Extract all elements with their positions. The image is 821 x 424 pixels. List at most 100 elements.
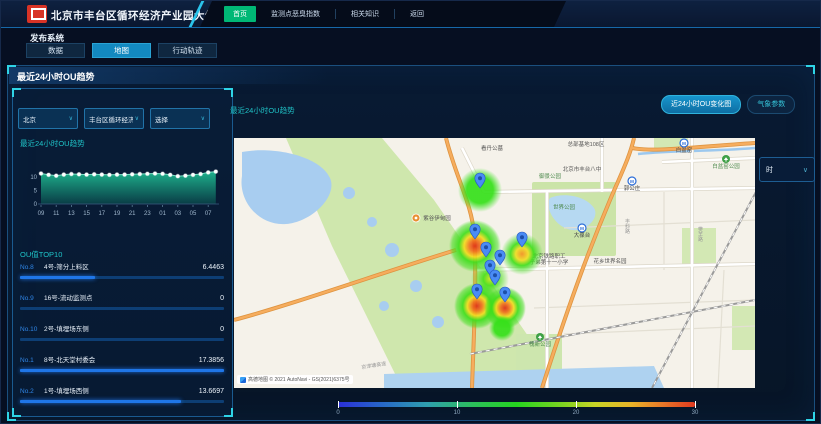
site-name: 8号-北天堂村委会	[44, 354, 95, 364]
svg-text:19: 19	[114, 211, 121, 217]
ou-rank-item: No.21号-填埋场西侧 13.6697	[20, 385, 224, 407]
site-name: 1号-填埋场西侧	[44, 385, 89, 395]
dropdown-value: 选择	[155, 114, 168, 124]
panel-title: 最近24小时OU趋势	[17, 70, 95, 83]
svg-text:05: 05	[190, 211, 197, 217]
ou-value: 0	[220, 326, 224, 333]
svg-text:御景公园: 御景公园	[539, 172, 562, 180]
rank-number: No.8	[20, 264, 44, 271]
svg-text:M: M	[682, 141, 686, 146]
svg-text:白盆窑: 白盆窑	[676, 146, 693, 154]
view-tabs: 数据地图行动轨迹	[26, 43, 217, 58]
nav-item-2[interactable]: 监测点恶臭指数	[271, 9, 320, 19]
map-label-plain: 花乡世界名园	[593, 257, 627, 265]
legend-tick	[457, 401, 458, 408]
map-label-roadv: 丰科路	[624, 218, 630, 235]
chevron-down-icon: ∨	[135, 115, 139, 122]
ou-rank-item: No.84号-筛分上料区 6.4463	[20, 261, 224, 283]
ou-top10-title: OU值TOP10	[20, 249, 62, 260]
nav-item-4[interactable]: 返回	[394, 9, 424, 19]
ou-change-chart-button[interactable]: 近24小时OU变化图	[661, 95, 741, 114]
rank-number: No.9	[20, 295, 44, 302]
map-section-title: 最近24小时OU趋势	[230, 105, 295, 116]
filter-dropdown-3[interactable]: 选择 ∨	[150, 108, 210, 129]
chevron-down-icon: ∨	[69, 115, 73, 122]
svg-text:槐新公园: 槐新公园	[529, 340, 552, 348]
svg-text:丰科路: 丰科路	[624, 218, 630, 235]
heat-blob-green	[489, 315, 515, 341]
svg-text:09: 09	[38, 211, 45, 217]
svg-text:10: 10	[30, 175, 37, 181]
main-panel: 最近24小时OU趋势 北京∨丰台区循环经济产∨选择∨ 最近24小时OU趋势 05…	[7, 65, 815, 421]
map-label-parklabel: 御景公园	[539, 172, 562, 180]
ou-rank-item: No.916号-流动监测点0	[20, 292, 224, 314]
rank-bar-fill	[20, 400, 181, 403]
svg-text:17: 17	[98, 211, 105, 217]
chevron-down-icon: ∨	[201, 115, 205, 122]
legend-tick-label: 0	[336, 410, 339, 416]
svg-text:01: 01	[159, 211, 166, 217]
tab-2[interactable]: 地图	[92, 43, 151, 58]
filter-dropdown-2[interactable]: 丰台区循环经济产∨	[84, 108, 144, 129]
chevron-down-icon: ∨	[803, 166, 808, 174]
left-panel: 北京∨丰台区循环经济产∨选择∨ 最近24小时OU趋势 0510091113151…	[12, 88, 233, 417]
rank-bar-track	[20, 400, 224, 403]
map-buttons: 近24小时OU变化图气象参数	[661, 95, 795, 114]
rank-bar-fill	[20, 369, 224, 372]
dropdown-value: 北京	[23, 114, 36, 124]
trend-chart-title: 最近24小时OU趋势	[20, 138, 85, 149]
rank-number: No.2	[20, 388, 44, 395]
svg-text:总部基地108区: 总部基地108区	[568, 140, 605, 148]
svg-text:樊羊路: 樊羊路	[697, 226, 703, 243]
rank-bar-track	[20, 369, 224, 372]
ou-top10-list: No.84号-筛分上料区 6.4463 No.916号-流动监测点0 No.102号-…	[20, 261, 224, 416]
svg-text:白盆窑公园: 白盆窑公园	[712, 162, 740, 170]
interval-dropdown-value: 时	[766, 165, 773, 175]
ou-value: 17.3856	[199, 357, 224, 364]
ou-rank-item: No.102号-填埋场东侧0	[20, 323, 224, 345]
site-name: 4号-筛分上料区	[44, 261, 89, 271]
ou-value: 0	[220, 295, 224, 302]
tab-1[interactable]: 数据	[26, 43, 85, 58]
tab-3[interactable]: 行动轨迹	[158, 43, 217, 58]
filter-dropdowns: 北京∨丰台区循环经济产∨选择∨	[18, 108, 210, 129]
ou-rank-row: No.18号-北天堂村委会 17.3856	[20, 354, 224, 364]
rank-number: No.1	[20, 357, 44, 364]
nav-item-1[interactable]: 首页	[224, 6, 256, 22]
map-label-orange: 紫谷伊甸园	[412, 214, 451, 222]
ou-value: 13.6697	[199, 388, 224, 395]
svg-text:世界公园: 世界公园	[553, 203, 576, 211]
svg-text:23: 23	[144, 211, 151, 217]
legend-tick	[576, 401, 577, 408]
app-logo-icon	[27, 5, 47, 23]
ou-rank-item: No.18号-北天堂村委会 17.3856	[20, 354, 224, 376]
ou-rank-row: No.84号-筛分上料区 6.4463	[20, 261, 224, 271]
legend-tick	[695, 401, 696, 408]
main-nav: 首页 监测点恶臭指数 相关知识 返回	[200, 1, 566, 27]
map-canvas[interactable]: 紫谷伊甸园看丹公墓御景公园世界公园北京市丰台八中总部基地108区M大葆台北京铁路…	[234, 138, 755, 388]
svg-text:03: 03	[174, 211, 181, 217]
rank-number: No.10	[20, 326, 44, 333]
svg-text:13: 13	[68, 211, 75, 217]
map-label-roadv: 樊羊路	[697, 226, 703, 243]
svg-text:花乡世界名园: 花乡世界名园	[593, 257, 627, 265]
filter-dropdown-1[interactable]: 北京 ∨	[18, 108, 78, 129]
map[interactable]: 紫谷伊甸园看丹公墓御景公园世界公园北京市丰台八中总部基地108区M大葆台北京铁路…	[234, 138, 755, 388]
svg-text:M: M	[580, 226, 584, 231]
legend-tick-label: 20	[573, 410, 580, 416]
map-label-plain: 看丹公墓	[481, 144, 504, 152]
legend-tick	[338, 401, 339, 408]
dashboard: 北京市丰台区循环经济产业园大气恶臭状况实时 首页监测点恶臭指数相关知识返回 发布…	[0, 0, 821, 424]
svg-text:大葆台: 大葆台	[574, 231, 591, 239]
svg-text:郭公庄: 郭公庄	[624, 184, 641, 192]
weather-params-button[interactable]: 气象参数	[747, 95, 795, 114]
ou-value: 6.4463	[203, 264, 224, 271]
nav-item-3[interactable]: 相关知识	[335, 9, 379, 19]
amap-logo-icon	[240, 377, 246, 383]
ou-trend-chart: 0510091113151719212301030507	[15, 149, 229, 221]
rank-bar-fill	[20, 276, 95, 279]
heat-legend-gradient	[338, 402, 695, 407]
rank-bar-track	[20, 307, 224, 310]
svg-text:5: 5	[34, 189, 38, 195]
interval-dropdown[interactable]: 时 ∨	[759, 157, 815, 182]
